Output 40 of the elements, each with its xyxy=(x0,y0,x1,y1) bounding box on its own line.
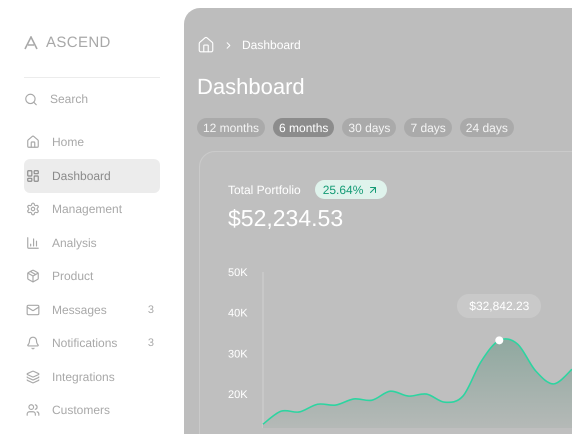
nav-item[interactable]: Analysis xyxy=(24,226,160,260)
axis-tick-label: 20K xyxy=(228,388,248,401)
period-tab[interactable]: 12 months xyxy=(197,118,266,137)
period-tab[interactable]: 7 days xyxy=(404,118,452,137)
mail-icon xyxy=(26,302,40,317)
logo-text: ASCEND xyxy=(46,33,111,53)
change-badge: 25.64% xyxy=(314,180,388,199)
nav-item[interactable]: Product xyxy=(24,260,160,293)
portfolio-value: $52,234.53 xyxy=(228,204,344,233)
search-field[interactable]: Search xyxy=(50,90,160,108)
nav-item[interactable]: Integrations xyxy=(24,360,160,394)
search-icon xyxy=(24,92,38,106)
nav-item[interactable]: Notifications 3 xyxy=(24,326,160,360)
nav-item[interactable]: Messages 3 xyxy=(24,293,160,326)
breadcrumb-link[interactable]: Dashboard xyxy=(242,36,301,54)
dashboard-icon xyxy=(26,168,40,183)
package-icon xyxy=(26,269,40,284)
count-label: 3 xyxy=(148,336,154,351)
logo-icon xyxy=(24,36,38,50)
page-title: Dashboard xyxy=(197,73,306,101)
period-tab[interactable]: 24 days xyxy=(460,118,514,137)
home-icon[interactable] xyxy=(197,36,215,54)
bell-icon xyxy=(26,336,40,350)
home-icon xyxy=(26,135,40,150)
nav-item[interactable]: Home xyxy=(24,126,160,159)
bar-chart-icon xyxy=(26,236,40,250)
portfolio-label: Total Portfolio xyxy=(228,182,301,198)
count-label: 3 xyxy=(148,302,154,318)
period-tab[interactable]: 6 months xyxy=(273,118,334,137)
nav-item[interactable]: Customers xyxy=(24,394,160,427)
users-icon xyxy=(26,403,40,418)
axis-tick-label: 30K xyxy=(228,348,248,360)
nav-item[interactable]: Dashboard xyxy=(24,159,160,192)
axis-tick-label: 40K xyxy=(228,307,248,320)
axis-tick-label: 50K xyxy=(228,266,248,278)
point-marker xyxy=(495,336,504,344)
gear-icon xyxy=(26,202,40,216)
nav-item[interactable]: Management xyxy=(24,192,160,226)
layers-icon xyxy=(26,370,40,384)
period-tab[interactable]: 30 days xyxy=(342,118,396,137)
